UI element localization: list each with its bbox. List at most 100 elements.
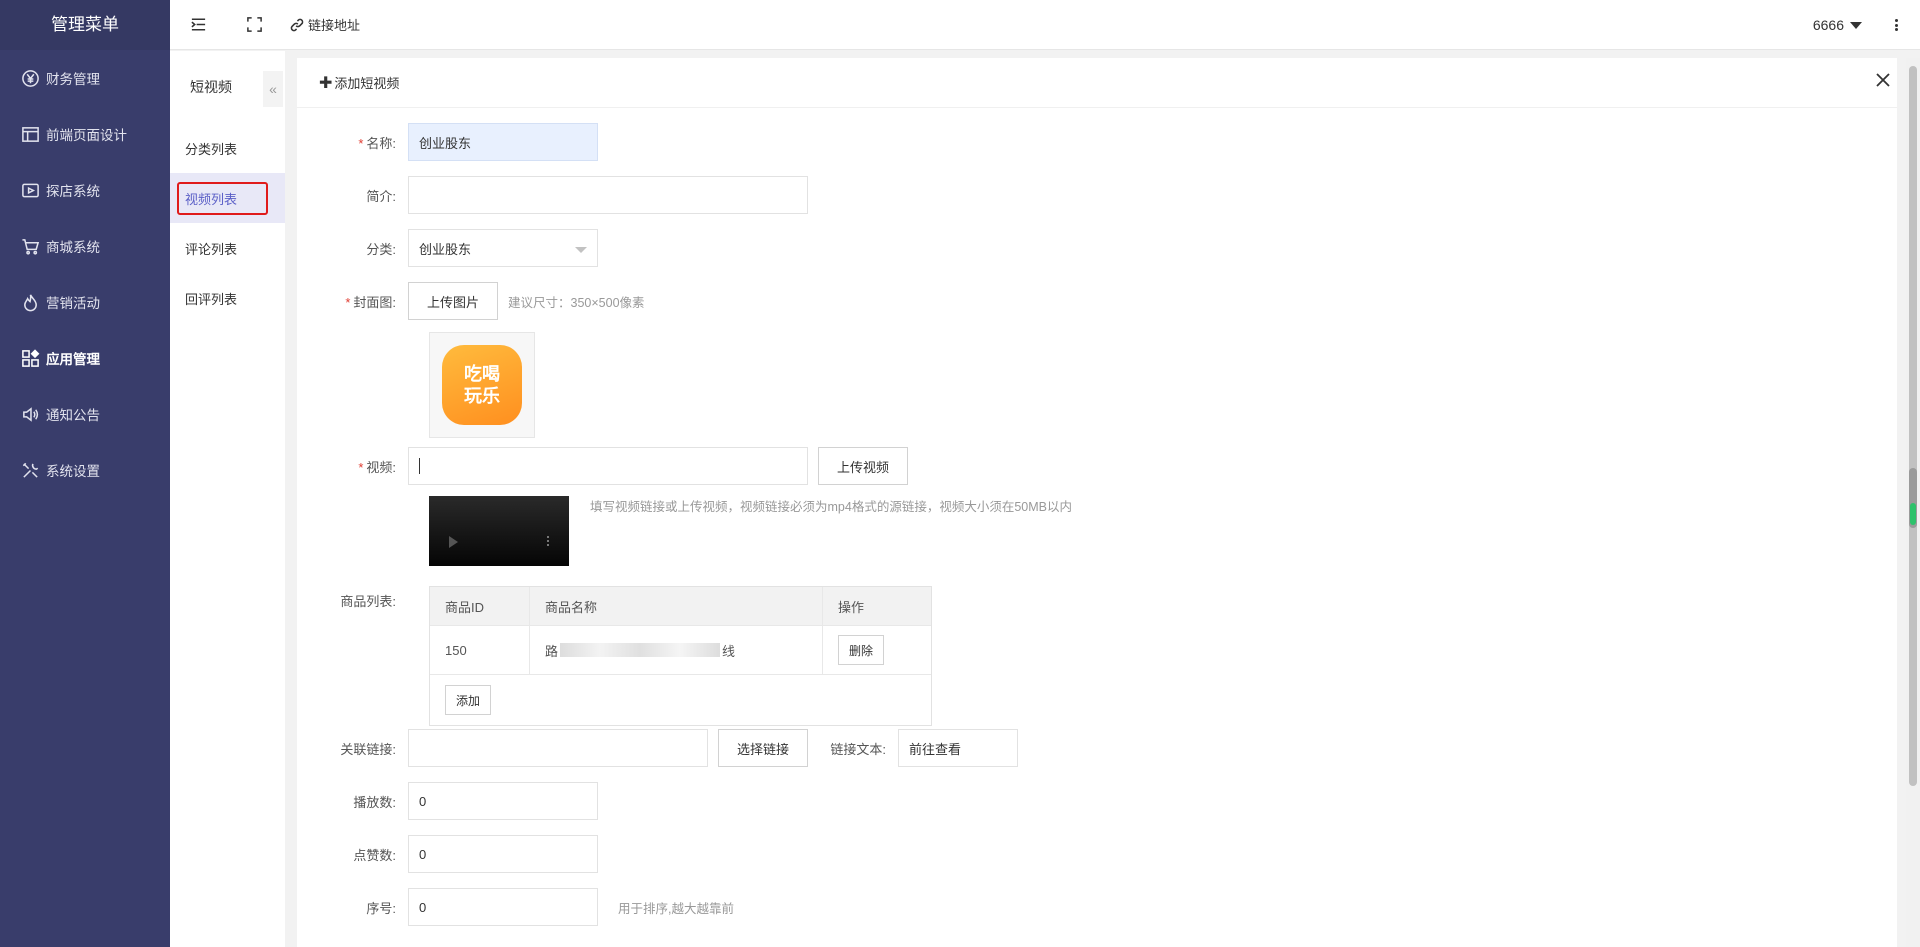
sidebar-item-marketing[interactable]: 营销活动 — [0, 274, 170, 330]
video-row: * 视频: 上传视频 — [297, 447, 909, 485]
subnav-item-label: 分类列表 — [185, 141, 238, 157]
sidebar-item-explore[interactable]: 探店系统 — [0, 162, 170, 218]
order-input[interactable]: 0 — [408, 888, 598, 926]
close-button[interactable] — [1875, 72, 1897, 94]
cover-hint: 建议尺寸：350×500像素 — [508, 295, 645, 310]
sidebar-item-label: 商城系统 — [46, 240, 100, 255]
indent-icon — [190, 18, 205, 31]
sidebar-brand: 管理菜单 — [0, 0, 170, 50]
plays-label: 播放数: — [353, 794, 396, 810]
table-header-row: 商品ID 商品名称 操作 — [430, 587, 931, 626]
goods-name-cell: 路 线 — [530, 626, 823, 674]
layout-icon — [20, 124, 40, 144]
subnav-item-category-list[interactable]: 分类列表 — [170, 123, 285, 173]
category-select[interactable]: 创业股东 — [408, 229, 598, 267]
video-preview[interactable] — [429, 496, 569, 566]
subnav-item-reply-list[interactable]: 回评列表 — [170, 273, 285, 323]
table-footer: 添加 — [430, 675, 931, 725]
add-video-panel: ✚ 添加短视频 * 名称: 创业股东 简介: 分类: 创业股东 * 封面图: 上传图… — [297, 58, 1897, 947]
video-url-input[interactable] — [408, 447, 808, 485]
link-label: 关联链接: — [340, 741, 396, 757]
sidebar-item-label: 系统设置 — [46, 464, 100, 479]
col-goods-name: 商品名称 — [530, 587, 823, 625]
link-input[interactable] — [408, 729, 708, 767]
tools-icon — [20, 460, 40, 480]
cover-label: * 封面图: — [345, 294, 396, 310]
category-label: 分类: — [366, 241, 396, 257]
sidebar-item-mall[interactable]: 商城系统 — [0, 218, 170, 274]
subnav-item-comment-list[interactable]: 评论列表 — [170, 223, 285, 273]
subnav-item-label: 评论列表 — [185, 241, 238, 257]
blurred-text — [560, 643, 721, 657]
sidebar: 管理菜单 财务管理 前端页面设计 探店系统 商城系统 营销活动 应用管理 通知公… — [0, 0, 170, 947]
add-goods-button[interactable]: 添加 — [445, 685, 492, 715]
panel-header: ✚ 添加短视频 — [297, 58, 1897, 108]
plays-row: 播放数: 0 — [297, 782, 598, 820]
text-cursor — [419, 458, 420, 474]
menu-toggle-button[interactable] — [170, 0, 226, 50]
user-name: 6666 — [1812, 17, 1844, 33]
select-link-button[interactable]: 选择链接 — [718, 729, 809, 767]
sidebar-item-label: 通知公告 — [46, 408, 100, 423]
name-row: * 名称: 创业股东 — [297, 123, 598, 161]
user-menu[interactable]: 6666 — [1813, 0, 1862, 50]
likes-input[interactable]: 0 — [408, 835, 598, 873]
goods-label: 商品列表: — [340, 594, 396, 609]
video-icon — [20, 180, 40, 200]
order-row: 序号: 0 用于排序,越大越靠前 — [297, 888, 734, 926]
likes-row: 点赞数: 0 — [297, 835, 598, 873]
order-label: 序号: — [366, 900, 396, 916]
intro-row: 简介: — [297, 176, 808, 214]
sub-navigation: 短视频 « 分类列表 视频列表 评论列表 回评列表 — [170, 51, 285, 947]
sidebar-item-finance[interactable]: 财务管理 — [0, 50, 170, 106]
video-hint: 填写视频链接或上传视频，视频链接必须为mp4格式的源链接，视频大小须在50MB以… — [590, 500, 1072, 514]
page-scrollbar[interactable] — [1906, 58, 1920, 947]
sidebar-item-page-design[interactable]: 前端页面设计 — [0, 106, 170, 162]
more-vertical-icon — [1894, 18, 1898, 33]
fullscreen-button[interactable] — [226, 0, 282, 50]
more-button[interactable] — [1884, 0, 1908, 50]
sidebar-item-label: 应用管理 — [46, 352, 100, 367]
sidebar-item-settings[interactable]: 系统设置 — [0, 442, 170, 498]
video-label: * 视频: — [358, 459, 396, 475]
plays-input[interactable]: 0 — [408, 782, 598, 820]
link-row: 关联链接: 选择链接 链接文本: 前往查看 — [297, 729, 1019, 767]
speaker-icon — [20, 404, 40, 424]
upload-video-button[interactable]: 上传视频 — [818, 447, 909, 485]
goods-id-cell: 150 — [430, 626, 530, 674]
apps-icon — [20, 348, 40, 368]
intro-input[interactable] — [408, 176, 808, 214]
cover-preview[interactable]: 吃喝 玩乐 — [429, 332, 535, 438]
close-icon — [1876, 73, 1890, 87]
link-icon — [290, 18, 304, 31]
scrollbar-thumb[interactable] — [1909, 66, 1917, 786]
link-address-label: 链接地址 — [308, 18, 361, 33]
sidebar-item-label: 营销活动 — [46, 296, 100, 311]
link-text-label: 链接文本: — [830, 741, 887, 757]
highlight-box — [177, 182, 268, 215]
scrollbar-indicator — [1910, 503, 1916, 525]
collapse-button[interactable]: « — [263, 71, 283, 107]
table-row: 150 路 线 删除 — [430, 626, 931, 675]
caret-down-icon — [1850, 21, 1862, 29]
name-input[interactable]: 创业股东 — [408, 123, 598, 161]
cart-icon — [20, 236, 40, 256]
sidebar-item-notice[interactable]: 通知公告 — [0, 386, 170, 442]
cover-row: * 封面图: 上传图片 建议尺寸：350×500像素 — [297, 282, 645, 320]
col-goods-id: 商品ID — [430, 587, 530, 625]
sidebar-item-apps[interactable]: 应用管理 — [0, 330, 170, 386]
fire-icon — [20, 292, 40, 312]
sidebar-item-label: 探店系统 — [46, 184, 100, 199]
name-label: * 名称: — [358, 135, 396, 151]
likes-label: 点赞数: — [353, 847, 396, 863]
sidebar-item-label: 前端页面设计 — [46, 128, 127, 143]
subnav-item-video-list[interactable]: 视频列表 — [170, 173, 285, 223]
link-address-button[interactable]: 链接地址 — [290, 15, 360, 34]
link-text-input[interactable]: 前往查看 — [898, 729, 1019, 767]
more-vertical-icon — [547, 534, 549, 548]
category-value: 创业股东 — [419, 241, 472, 257]
play-icon — [449, 536, 458, 548]
delete-button[interactable]: 删除 — [838, 635, 885, 665]
upload-image-button[interactable]: 上传图片 — [408, 282, 499, 320]
chevron-down-icon — [575, 247, 587, 253]
